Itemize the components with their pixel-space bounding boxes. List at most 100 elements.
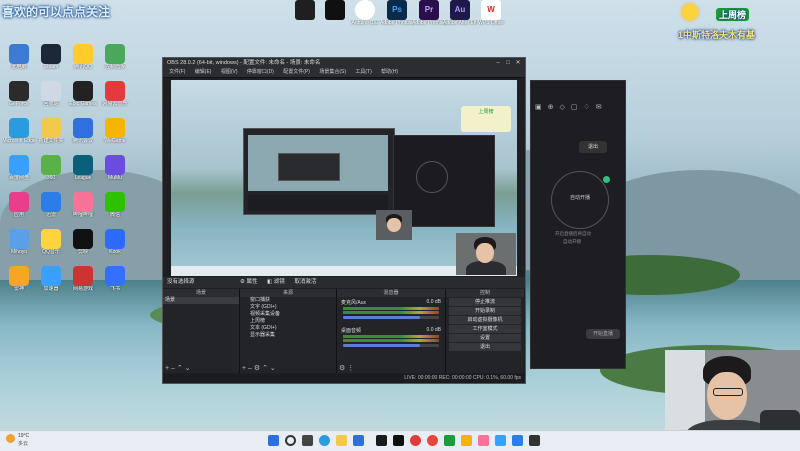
desktop-icon[interactable]: League (66, 155, 100, 181)
close-icon[interactable]: ✕ (513, 58, 523, 68)
menu-view[interactable]: 视图(V) (221, 69, 238, 75)
desktop-icon[interactable]: GeForce (2, 81, 36, 107)
maximize-icon[interactable]: □ (503, 58, 513, 68)
virtual-camera-button[interactable]: 启动虚拟摄像机 (449, 316, 521, 324)
netease-music-icon[interactable] (410, 435, 421, 446)
task-view-icon[interactable] (302, 435, 313, 446)
weekly-rank-sub: 1中斯特洛夫木有基 (678, 30, 756, 40)
desktop-icon[interactable]: 微信 (98, 192, 132, 218)
bilibili-icon[interactable] (478, 435, 489, 446)
desktop-icon-top-0[interactable] (288, 0, 322, 20)
start-recording-button[interactable]: 开始录制 (449, 307, 521, 315)
desktop-icon-top-6[interactable]: W WPS Office (474, 0, 508, 26)
glasses (713, 388, 743, 396)
search-icon[interactable] (285, 435, 296, 446)
menu-help[interactable]: 帮助(H) (381, 69, 398, 75)
desktop-icon[interactable]: WeGame (98, 118, 132, 144)
menu-edit[interactable]: 编辑(E) (195, 69, 212, 75)
desktop-icon[interactable]: Epic Games (66, 81, 100, 107)
studio-mode-button[interactable]: 工作室模式 (449, 325, 521, 333)
exit-button[interactable]: 退出 (579, 141, 607, 153)
desktop-icon[interactable]: 飞书 (98, 266, 132, 292)
exit-obs-button[interactable]: 退出 (449, 343, 521, 351)
auto-live-ring[interactable]: 自动开播 (551, 171, 610, 229)
app-icon[interactable] (512, 435, 523, 446)
desktop-icon[interactable]: 迅雷 (34, 192, 68, 218)
scenes-toolbar[interactable]: + – ⌃ ⌄ (165, 364, 191, 372)
menu-docks[interactable]: 停靠窗口(D) (247, 69, 274, 75)
capcut-taskbar-icon[interactable] (393, 435, 404, 446)
scene-item[interactable]: 场景 (163, 297, 239, 304)
source-item[interactable]: 文本 (GDI+) (240, 325, 336, 332)
desktop-icon-top-3[interactable]: PsAdobe Photoshop (380, 0, 414, 26)
desktop-icon[interactable]: 百度网盘 (2, 155, 36, 181)
settings-button[interactable]: 设置 (449, 334, 521, 342)
mixer-channel: 桌面音频 0.0 dB (337, 321, 445, 334)
desktop-icon[interactable]: Mihoyo (2, 229, 36, 255)
desktop-icon-top-2[interactable]: Arduino IDE (348, 0, 382, 26)
desktop-icon[interactable]: 360 (34, 155, 68, 181)
sources-toolbar[interactable]: + – ⚙ ⌃ ⌄ (242, 364, 276, 372)
desktop-icon-label: 百度网盘 (8, 175, 29, 181)
start-icon[interactable] (268, 435, 279, 446)
source-item[interactable]: 文字 (GDI+) (240, 304, 336, 311)
edge-icon[interactable] (319, 435, 330, 446)
desktop-icon[interactable]: 加速器 (34, 266, 68, 292)
app-icon (9, 229, 29, 249)
desktop-icon-top-5[interactable]: AuAdobe After Effects (443, 0, 477, 26)
desktop-icon[interactable]: 应用 (2, 192, 36, 218)
baidu-netdisk-icon[interactable] (495, 435, 506, 446)
desktop-icon[interactable]: 新建文件夹 (34, 118, 68, 144)
filters-button[interactable]: ◧ 滤镜 (267, 279, 285, 285)
weather-icon[interactable] (6, 434, 15, 443)
file-explorer-icon[interactable] (336, 435, 347, 446)
auto-live-note: 开启直播后将自动 (555, 231, 591, 236)
desktop-icon[interactable]: 控制面板 (98, 44, 132, 70)
desktop-icon[interactable]: Steam (34, 44, 68, 70)
desktop-icon-label: 剪映 (77, 249, 88, 255)
app-icon (105, 229, 125, 249)
desktop-icon[interactable]: 腾讯会议 (66, 118, 100, 144)
desktop-icon[interactable]: 雷神 (2, 266, 36, 292)
desktop-icon[interactable]: 回收站 (34, 81, 68, 107)
desktop-icon[interactable]: 腾讯QQ (66, 44, 100, 70)
deinterlace-button[interactable]: 取消激活 (294, 279, 316, 285)
desktop-icon[interactable]: Kook (98, 229, 132, 255)
volume-meter (343, 339, 439, 342)
desktop-icon-top-4[interactable]: Pr Adobe Premiere (412, 0, 446, 26)
desktop-icon[interactable]: 网易游戏 (66, 266, 100, 292)
source-item[interactable]: 上周榜 (240, 318, 336, 325)
menu-profile[interactable]: 配置文件(P) (283, 69, 310, 75)
desktop-icon[interactable]: Microsoft Edge (2, 118, 36, 144)
source-item[interactable]: 视频采集设备 (240, 311, 336, 318)
app-icon[interactable] (461, 435, 472, 446)
properties-button[interactable]: ⚙ 属性 (240, 279, 257, 285)
desktop-icon[interactable]: 剪映 (66, 229, 100, 255)
desktop-icon[interactable]: 哔哩哔哩 (66, 192, 100, 218)
scenes-header: 场景 (163, 289, 239, 297)
start-live-button[interactable]: 开始直播 (586, 329, 620, 339)
chrome-icon[interactable] (427, 435, 438, 446)
menu-scene-collection[interactable]: 场景集合(S) (319, 69, 346, 75)
mixer-toolbar[interactable]: ⚙ ⋮ (339, 364, 354, 372)
obs-taskbar-icon[interactable] (376, 435, 387, 446)
menu-file[interactable]: 文件(F) (169, 69, 185, 75)
source-item[interactable]: 窗口捕获 (240, 297, 336, 304)
app-icon (41, 266, 61, 286)
volume-slider[interactable] (343, 316, 439, 319)
source-item[interactable]: 显示器采集 (240, 332, 336, 339)
stop-streaming-button[interactable]: 停止推流 (449, 298, 521, 306)
minimize-icon[interactable]: – (493, 58, 503, 68)
desktop-icon[interactable]: 网易云音乐 (98, 81, 132, 107)
desktop-icon-top-1[interactable] (318, 0, 352, 20)
desktop-icon-label: 腾讯会议 (72, 138, 93, 144)
app-icon[interactable] (529, 435, 540, 446)
desktop-icon[interactable]: QQ音乐 (34, 229, 68, 255)
wechat-icon[interactable] (444, 435, 455, 446)
desktop-icon[interactable]: 此电脑 (2, 44, 36, 70)
volume-slider[interactable] (343, 344, 439, 347)
desktop-icon[interactable]: MuMu (98, 155, 132, 181)
menu-tools[interactable]: 工具(T) (355, 69, 371, 75)
obs-context-bar: 没有选择源 ⚙ 属性 ◧ 滤镜 取消激活 (163, 277, 525, 288)
store-icon[interactable] (353, 435, 364, 446)
